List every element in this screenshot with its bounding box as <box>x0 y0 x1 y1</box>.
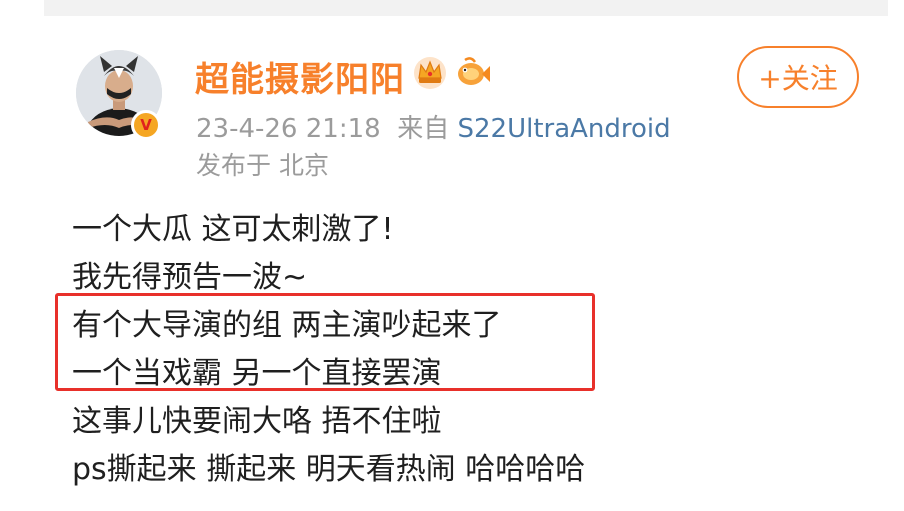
follow-button[interactable]: +关注 <box>737 46 859 108</box>
crown-badge-icon <box>414 57 446 89</box>
source-prefix: 来自 <box>397 114 450 144</box>
post-location: 发布于 北京 <box>196 151 329 180</box>
previous-card-edge <box>44 0 888 16</box>
fish-badge-icon <box>458 57 490 85</box>
post-line: 这事儿快要闹大咯 捂不住啦 <box>72 404 442 439</box>
post-line: ps撕起来 撕起来 明天看热闹 哈哈哈哈 <box>72 452 586 487</box>
author-name[interactable]: 超能摄影阳阳 <box>195 52 405 101</box>
highlight-annotation-box <box>55 293 595 391</box>
post-meta: 23-4-26 21:18 来自 S22UltraAndroid <box>196 108 671 145</box>
source-link[interactable]: S22UltraAndroid <box>457 114 670 144</box>
verified-mark: V <box>140 115 152 134</box>
post-timestamp: 23-4-26 21:18 <box>196 114 381 144</box>
weibo-post-screenshot: V 超能摄影阳阳 +关注 23-4-26 21:18 来自 S22UltraAn… <box>0 0 904 511</box>
verified-v-badge-icon: V <box>131 110 161 140</box>
post-line: 一个大瓜 这可太刺激了! <box>72 212 394 247</box>
